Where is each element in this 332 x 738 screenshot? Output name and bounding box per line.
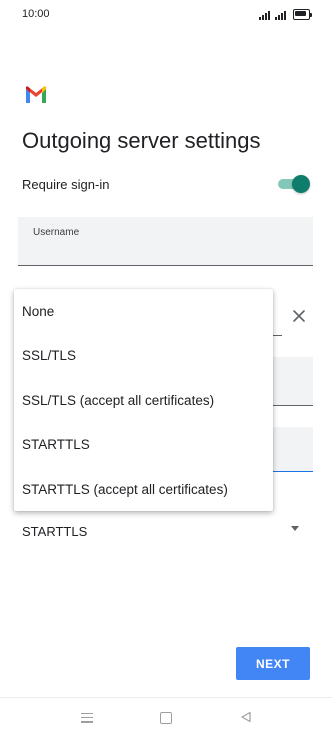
require-signin-toggle[interactable]	[276, 175, 310, 193]
username-label: Username	[33, 227, 80, 238]
signal-icon	[259, 10, 270, 20]
menu-icon[interactable]	[81, 713, 93, 723]
page-title: Outgoing server settings	[22, 128, 261, 153]
gmail-logo	[26, 86, 46, 103]
chevron-down-icon	[291, 526, 299, 531]
require-signin-label: Require sign-in	[22, 177, 110, 192]
signal-icon	[275, 10, 286, 20]
home-icon[interactable]	[160, 712, 172, 724]
security-dropdown-menu: None SSL/TLS SSL/TLS (accept all certifi…	[14, 289, 273, 511]
navigation-bar	[0, 697, 332, 738]
status-bar: 10:00	[0, 0, 332, 30]
menu-item-starttls-accept-all[interactable]: STARTTLS (accept all certificates)	[14, 467, 273, 511]
close-icon[interactable]	[291, 308, 307, 324]
menu-item-starttls[interactable]: STARTTLS	[14, 422, 273, 466]
security-type-select[interactable]: STARTTLS	[18, 510, 313, 550]
menu-item-ssl-tls[interactable]: SSL/TLS	[14, 333, 273, 377]
status-icons	[259, 8, 312, 20]
menu-item-none[interactable]: None	[14, 289, 273, 333]
battery-icon	[293, 9, 312, 20]
status-time: 10:00	[22, 8, 50, 20]
menu-item-ssl-tls-accept-all[interactable]: SSL/TLS (accept all certificates)	[14, 378, 273, 422]
toggle-thumb	[292, 175, 310, 193]
username-field[interactable]: Username	[18, 217, 313, 266]
next-button[interactable]: NEXT	[236, 647, 310, 680]
back-icon[interactable]	[240, 711, 252, 723]
security-type-value: STARTTLS	[22, 524, 88, 539]
